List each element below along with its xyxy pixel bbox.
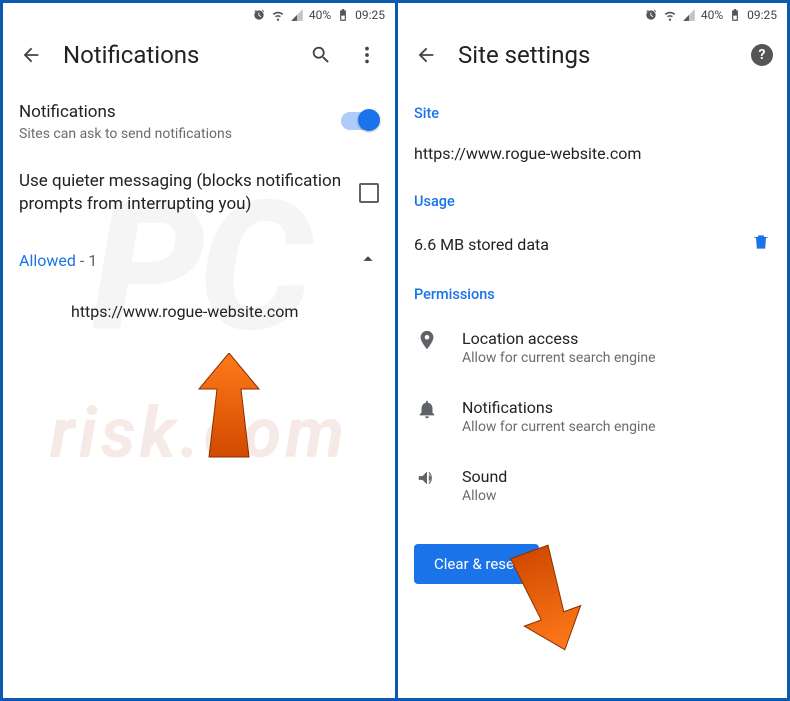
perm-sound-row[interactable]: Sound Allow — [414, 451, 771, 520]
perm-location-row[interactable]: Location access Allow for current search… — [414, 313, 771, 382]
section-permissions: Permissions — [414, 268, 771, 313]
quiet-checkbox[interactable] — [359, 183, 379, 203]
allowed-label: Allowed - 1 — [19, 251, 97, 270]
chevron-up-icon — [357, 248, 379, 274]
signal-icon — [290, 8, 304, 22]
notifications-toggle[interactable] — [341, 112, 379, 130]
perm-notif-title: Notifications — [462, 398, 771, 417]
page-title: Site settings — [458, 41, 733, 69]
back-icon[interactable] — [17, 41, 45, 69]
notif-toggle-sub: Sites can ask to send notifications — [19, 126, 325, 142]
signal-icon — [682, 8, 696, 22]
menu-dots-icon[interactable] — [353, 41, 381, 69]
perm-sound-sub: Allow — [462, 488, 771, 504]
back-icon[interactable] — [412, 41, 440, 69]
section-usage: Usage — [414, 175, 771, 220]
wifi-icon — [663, 8, 677, 22]
status-bar: 40% 09:25 — [398, 3, 787, 27]
watermark-risk: risk.com — [50, 393, 348, 475]
status-bar: 40% 09:25 — [3, 3, 395, 27]
usage-row: 6.6 MB stored data — [414, 220, 771, 268]
bell-icon — [414, 398, 440, 420]
pane-site-settings: 40% 09:25 Site settings ? Site https://w… — [395, 3, 787, 698]
trash-icon[interactable] — [751, 232, 771, 256]
appbar: Site settings ? — [398, 27, 787, 87]
pane-notifications: PC risk.com 40% 09:25 Notifications — [3, 3, 395, 698]
site-url: https://www.rogue-website.com — [414, 132, 771, 175]
wifi-icon — [271, 8, 285, 22]
perm-notif-sub: Allow for current search engine — [462, 419, 771, 435]
battery-percent: 40% — [701, 8, 723, 22]
clock-time: 09:25 — [747, 8, 777, 22]
battery-percent: 40% — [309, 8, 331, 22]
location-icon — [414, 329, 440, 351]
search-icon[interactable] — [307, 41, 335, 69]
perm-sound-title: Sound — [462, 467, 771, 486]
alarm-icon — [644, 8, 658, 22]
battery-icon — [728, 8, 742, 22]
alarm-icon — [252, 8, 266, 22]
arrow-annotation — [189, 353, 269, 463]
quiet-messaging-row[interactable]: Use quieter messaging (blocks notificati… — [19, 156, 379, 230]
clear-reset-button[interactable]: Clear & reset — [414, 544, 539, 584]
sound-icon — [414, 467, 440, 489]
section-site: Site — [414, 87, 771, 132]
clock-time: 09:25 — [355, 8, 385, 22]
perm-notifications-row[interactable]: Notifications Allow for current search e… — [414, 382, 771, 451]
page-title: Notifications — [63, 41, 289, 69]
notif-toggle-title: Notifications — [19, 101, 325, 124]
quiet-title: Use quieter messaging (blocks notificati… — [19, 170, 343, 216]
perm-location-sub: Allow for current search engine — [462, 350, 771, 366]
appbar: Notifications — [3, 27, 395, 87]
allowed-site-item[interactable]: https://www.rogue-website.com — [19, 284, 379, 339]
allowed-section[interactable]: Allowed - 1 — [19, 230, 379, 284]
notifications-toggle-row[interactable]: Notifications Sites can ask to send noti… — [19, 87, 379, 156]
battery-icon — [336, 8, 350, 22]
usage-text: 6.6 MB stored data — [414, 235, 549, 254]
perm-location-title: Location access — [462, 329, 771, 348]
help-icon[interactable]: ? — [751, 44, 773, 66]
